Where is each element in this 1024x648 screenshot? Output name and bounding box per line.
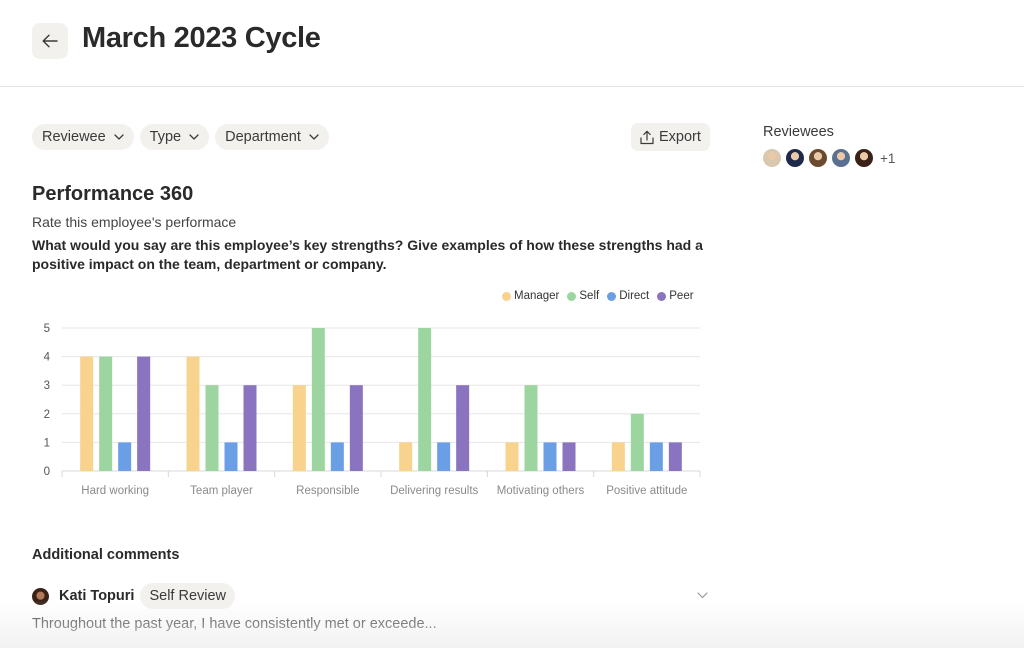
bar: [292, 385, 306, 471]
bar: [505, 442, 519, 471]
bar: [243, 385, 257, 471]
x-tick-label: Team player: [190, 485, 253, 497]
reviewee-filter-label: Reviewee: [42, 129, 106, 145]
department-filter-label: Department: [225, 129, 301, 145]
section-subtitle: Rate this employee's performace: [32, 214, 237, 230]
bar: [349, 385, 363, 471]
comment-author: Kati Topuri: [59, 588, 135, 604]
avatar[interactable]: [832, 149, 850, 167]
bar: [137, 356, 151, 471]
bar: [437, 442, 451, 471]
upload-icon: [640, 130, 654, 144]
legend-item-peer[interactable]: Peer: [657, 290, 694, 302]
bar: [418, 328, 432, 471]
review-type-badge: Self Review: [140, 583, 236, 609]
y-tick-label: 3: [44, 380, 50, 392]
filter-bar: Reviewee Type Department: [32, 124, 329, 150]
chevron-down-icon: [114, 134, 124, 140]
reviewee-filter[interactable]: Reviewee: [32, 124, 134, 150]
reviewees-panel: Reviewees +1: [763, 124, 895, 167]
bar: [611, 442, 625, 471]
chevron-down-icon: [189, 134, 199, 140]
legend-dot: [607, 291, 617, 301]
legend-dot: [502, 291, 511, 301]
y-tick-label: 1: [44, 437, 50, 449]
comment-author-avatar: [32, 587, 49, 605]
export-label: Export: [659, 129, 701, 145]
legend-label: Manager: [514, 290, 560, 302]
chevron-down-icon: [309, 134, 319, 140]
bar: [118, 442, 132, 471]
bar: [456, 385, 470, 471]
legend-dot: [657, 291, 667, 301]
bar: [224, 442, 238, 471]
bar: [630, 413, 644, 471]
y-tick-label: 2: [44, 409, 50, 421]
bar: [543, 442, 557, 471]
section-title: Performance 360: [32, 183, 194, 205]
bar: [524, 385, 538, 471]
bar: [668, 442, 682, 471]
x-tick-label: Positive attitude: [606, 485, 687, 497]
legend-label: Direct: [619, 290, 650, 302]
arrow-left-icon: [42, 34, 58, 48]
bar: [311, 328, 325, 471]
reviewee-avatars: +1: [763, 149, 895, 167]
bar: [99, 356, 113, 471]
page-header: March 2023 Cycle: [0, 0, 1024, 87]
comments-title: Additional comments: [32, 547, 180, 563]
y-tick-label: 4: [44, 352, 51, 364]
legend-label: Peer: [669, 290, 694, 302]
x-tick-label: Hard working: [81, 485, 149, 497]
bar: [399, 442, 413, 471]
bar: [330, 442, 344, 471]
avatar[interactable]: [809, 149, 827, 167]
type-filter-label: Type: [149, 129, 182, 145]
back-button[interactable]: [32, 23, 68, 59]
department-filter[interactable]: Department: [215, 124, 329, 150]
avatar[interactable]: [855, 149, 873, 167]
avatar[interactable]: [786, 149, 804, 167]
legend-item-self[interactable]: Self: [567, 290, 599, 302]
legend-dot: [567, 291, 577, 301]
legend-item-direct[interactable]: Direct: [607, 290, 649, 302]
legend-item-manager[interactable]: Manager: [502, 290, 559, 302]
chevron-down-icon[interactable]: [697, 592, 708, 599]
performance-bar-chart: 0 1 2 3 4 5 Hard working Team player Responsible…: [44, 323, 701, 497]
x-tick-label: Motivating others: [497, 485, 585, 497]
bar: [562, 442, 576, 471]
question-text: What would you say are this employee’s k…: [32, 237, 703, 272]
legend-label: Self: [579, 290, 600, 302]
bar: [186, 356, 200, 471]
chart-legend: Manager Self Direct Peer: [502, 290, 694, 302]
comment-text: Throughout the past year, I have consist…: [32, 616, 437, 632]
type-filter[interactable]: Type: [139, 124, 210, 150]
y-tick-label: 5: [44, 323, 50, 335]
x-tick-label: Delivering results: [390, 485, 478, 497]
y-tick-label: 0: [44, 466, 50, 478]
bar: [205, 385, 219, 471]
export-button[interactable]: Export: [631, 123, 710, 151]
bar: [80, 356, 94, 471]
comment-header[interactable]: Kati Topuri Self Review: [32, 582, 712, 610]
page-title: March 2023 Cycle: [82, 22, 321, 54]
more-reviewees-count[interactable]: +1: [880, 151, 895, 166]
bar: [649, 442, 663, 471]
reviewees-label: Reviewees: [763, 124, 834, 140]
avatar[interactable]: [763, 149, 781, 167]
x-tick-label: Responsible: [296, 485, 359, 497]
